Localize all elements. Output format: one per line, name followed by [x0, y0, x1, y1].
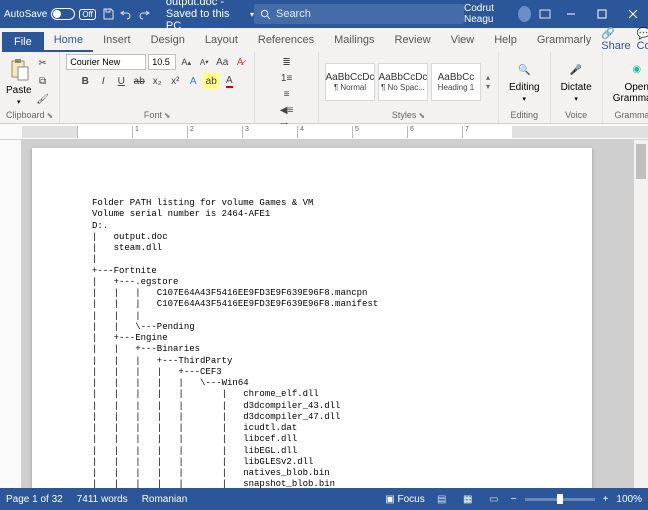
document-page[interactable]: Folder PATH listing for volume Games & V… — [32, 148, 592, 488]
vertical-scrollbar[interactable] — [634, 140, 648, 488]
tab-help[interactable]: Help — [484, 30, 527, 52]
ribbon-tabs: File HomeInsertDesignLayoutReferencesMai… — [0, 28, 648, 52]
redo-icon[interactable] — [138, 7, 150, 21]
tab-references[interactable]: References — [248, 30, 324, 52]
search-input[interactable]: Search — [254, 4, 464, 24]
tab-grammarly[interactable]: Grammarly — [527, 30, 601, 52]
clear-format-icon[interactable]: A̷ — [232, 54, 248, 70]
italic-icon[interactable]: I — [95, 73, 111, 89]
style-thumb[interactable]: AaBbCcDc¶ Normal — [325, 63, 375, 101]
ribbon: Paste ▾ ✂ ⧉ 🖌 Clipboard⬊ Courier New 10.… — [0, 52, 648, 124]
web-layout-icon[interactable]: ▭ — [485, 492, 503, 506]
titlebar: AutoSave Off output.doc - Saved to this … — [0, 0, 648, 28]
ribbon-display-icon[interactable] — [539, 7, 551, 21]
dictate-button[interactable]: 🎤 Dictate ▾ — [557, 60, 596, 103]
tab-review[interactable]: Review — [385, 30, 441, 52]
account-button[interactable]: Codrut Neagu — [464, 3, 531, 25]
group-paragraph: ≣ 1≡ ≡ ◀≡ ≡▶ A↓ ¶ ↕≡ ⬛ ▦ Paragraph⬊ — [255, 52, 319, 123]
superscript-icon[interactable]: x² — [167, 73, 183, 89]
vertical-ruler[interactable] — [0, 140, 22, 488]
group-editing: 🔍 Editing ▾ Editing — [499, 52, 551, 123]
format-painter-icon[interactable]: 🖌 — [35, 92, 51, 108]
grammarly-icon: ◉ — [627, 60, 647, 80]
paste-button[interactable]: Paste ▾ — [6, 57, 32, 106]
text-effects-icon[interactable]: A — [185, 73, 201, 89]
styles-launcher[interactable]: ⬊ — [418, 111, 425, 120]
mic-icon: 🎤 — [566, 60, 586, 80]
close-button[interactable] — [621, 0, 644, 28]
group-grammarly: ◉ Open Grammarly Grammarly — [603, 52, 648, 123]
editing-button[interactable]: 🔍 Editing ▾ — [505, 60, 544, 103]
strike-icon[interactable]: ab — [131, 73, 147, 89]
group-voice: 🎤 Dictate ▾ Voice — [551, 52, 603, 123]
save-icon[interactable] — [102, 7, 114, 21]
group-styles: AaBbCcDc¶ NormalAaBbCcDc¶ No Spac...AaBb… — [319, 52, 499, 123]
read-mode-icon[interactable]: ▤ — [433, 492, 451, 506]
minimize-button[interactable] — [559, 0, 582, 28]
cut-icon[interactable]: ✂ — [35, 56, 51, 72]
autosave-label: AutoSave — [4, 9, 47, 20]
toggle-switch[interactable] — [51, 8, 75, 20]
page-indicator[interactable]: Page 1 of 32 — [6, 494, 63, 505]
group-font: Courier New 10.5 A▴ A▾ Aa A̷ B I U ab x₂… — [60, 52, 255, 123]
avatar — [518, 6, 531, 22]
bullets-icon[interactable]: ≣ — [279, 54, 295, 70]
grow-font-icon[interactable]: A▴ — [178, 54, 194, 70]
tab-file[interactable]: File — [2, 32, 44, 52]
undo-icon[interactable] — [120, 7, 132, 21]
numbering-icon[interactable]: 1≡ — [279, 70, 295, 86]
open-grammarly-button[interactable]: ◉ Open Grammarly — [609, 60, 648, 104]
tab-design[interactable]: Design — [141, 30, 195, 52]
font-size-combo[interactable]: 10.5 — [148, 54, 176, 70]
styles-more-icon[interactable]: ▴▾ — [484, 73, 492, 91]
horizontal-ruler[interactable]: 1234567 — [0, 124, 648, 140]
share-button[interactable]: 🔗 Share — [601, 27, 630, 52]
font-launcher[interactable]: ⬊ — [164, 111, 171, 120]
clipboard-launcher[interactable]: ⬊ — [47, 111, 54, 120]
underline-icon[interactable]: U — [113, 73, 129, 89]
decrease-indent-icon[interactable]: ◀≡ — [279, 102, 295, 118]
comments-button[interactable]: 💬 Comments — [637, 27, 648, 52]
print-layout-icon[interactable]: ▦ — [459, 492, 477, 506]
maximize-button[interactable] — [590, 0, 613, 28]
tab-layout[interactable]: Layout — [195, 30, 248, 52]
editor-area: Folder PATH listing for volume Games & V… — [0, 140, 648, 488]
zoom-out-button[interactable]: − — [511, 494, 517, 505]
change-case-icon[interactable]: Aa — [214, 54, 230, 70]
language-indicator[interactable]: Romanian — [142, 494, 188, 505]
bold-icon[interactable]: B — [77, 73, 93, 89]
tab-mailings[interactable]: Mailings — [324, 30, 384, 52]
zoom-slider[interactable] — [525, 498, 595, 501]
style-thumb[interactable]: AaBbCcHeading 1 — [431, 63, 481, 101]
tab-home[interactable]: Home — [44, 30, 93, 52]
tab-view[interactable]: View — [441, 30, 485, 52]
autosave-toggle[interactable]: AutoSave Off — [4, 8, 96, 20]
statusbar: Page 1 of 32 7411 words Romanian ▣ Focus… — [0, 488, 648, 510]
zoom-level[interactable]: 100% — [616, 494, 642, 505]
highlight-icon[interactable]: ab — [203, 73, 219, 89]
style-thumb[interactable]: AaBbCcDc¶ No Spac... — [378, 63, 428, 101]
copy-icon[interactable]: ⧉ — [35, 74, 51, 90]
find-icon: 🔍 — [514, 60, 534, 80]
user-name: Codrut Neagu — [464, 3, 514, 25]
subscript-icon[interactable]: x₂ — [149, 73, 165, 89]
group-clipboard: Paste ▾ ✂ ⧉ 🖌 Clipboard⬊ — [0, 52, 60, 123]
multilevel-icon[interactable]: ≡ — [279, 86, 295, 102]
focus-mode[interactable]: ▣ Focus — [385, 494, 424, 505]
word-count[interactable]: 7411 words — [77, 494, 128, 505]
document-content[interactable]: Folder PATH listing for volume Games & V… — [92, 198, 532, 488]
shrink-font-icon[interactable]: A▾ — [196, 54, 212, 70]
zoom-in-button[interactable]: + — [603, 494, 609, 505]
search-placeholder: Search — [276, 8, 311, 20]
autosave-state: Off — [79, 9, 96, 20]
tab-insert[interactable]: Insert — [93, 30, 141, 52]
font-color-icon[interactable]: A — [221, 73, 237, 89]
font-name-combo[interactable]: Courier New — [66, 54, 146, 70]
